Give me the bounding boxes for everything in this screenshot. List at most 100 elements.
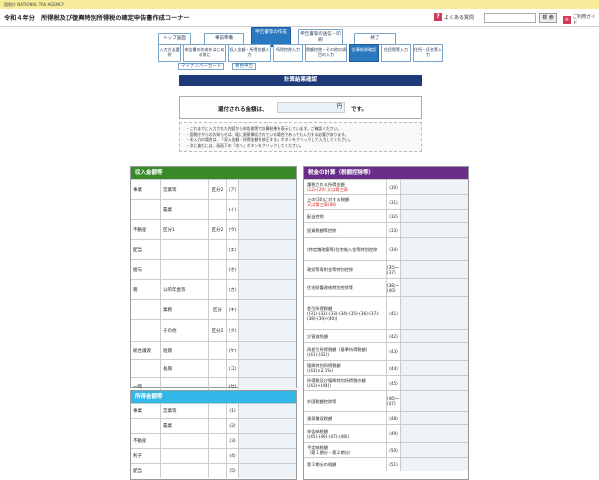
mynumber-link[interactable]: マイナンバーカード — [178, 63, 225, 70]
tax-panel: 税金の計算（税額控除等） 課税される所得金額 (12)-(29) 又は第三表 (30… — [303, 166, 469, 480]
guide-icon: ≡ — [563, 16, 571, 24]
shotoku-code: (5) — [227, 464, 239, 478]
income-value — [239, 360, 296, 377]
tax-item-sub: ((31)-(32)-(33)-(34)-(35)-(36)-(37)-(38)… — [307, 310, 380, 321]
tax-item-code: (48) — [387, 412, 401, 424]
income-subcategory: 営業等 — [161, 180, 209, 199]
substep-deduction[interactable]: 所得控除入力 — [273, 44, 303, 62]
tax-item-label: 課税される所得金額 (12)-(29) 又は第三表 — [304, 180, 387, 194]
tax-item-name: 源泉徴収税額 — [307, 415, 333, 421]
agency-bar: 国税庁 NATIONAL TAX AGENCY — [0, 0, 599, 9]
shotoku-subcategory — [161, 464, 209, 478]
search-button[interactable]: 検 索 — [539, 13, 557, 23]
page-title: 令和４年分 所得税及び復興特別所得税の確定申告書作成コーナー — [4, 15, 190, 22]
income-subcategory: 長期 — [161, 360, 209, 377]
income-row: 配当 (エ) — [131, 239, 296, 259]
title-bar: 令和４年分 所得税及び復興特別所得税の確定申告書作成コーナー ? よくある質問 … — [0, 9, 599, 27]
tax-row: 所得税及び復興特別所得税の額 ((43)+(44)) (45) — [304, 375, 468, 390]
income-subcategory: 公的年金等 — [161, 280, 209, 299]
tax-row: 外国税額控除等 (46)~(47) — [304, 390, 468, 411]
tax-item-code: (42) — [387, 330, 401, 342]
tax-item-value — [401, 412, 468, 424]
income-row: 長期 (コ) — [131, 359, 296, 377]
shotoku-row: 事業 営業等 (1) — [131, 403, 296, 418]
tax-row: 災害減免額 (42) — [304, 329, 468, 342]
income-row: 業務 区分 (キ) — [131, 299, 296, 319]
tax-item-code: (49) — [387, 425, 401, 442]
substep-taxcredit[interactable]: 税額控除・その他の項目の入力 — [305, 44, 347, 62]
faq-link[interactable]: ? よくある質問 — [434, 13, 474, 21]
income-code: (カ) — [227, 280, 239, 299]
tax-item-value — [401, 443, 468, 457]
shotoku-category: 不動産 — [131, 434, 161, 448]
income-kubun: 区分2 — [209, 220, 227, 239]
substep-before[interactable]: 申告書の作成をはじめる前に — [183, 44, 226, 62]
refund-suffix: です。 — [351, 107, 367, 113]
tax-item-code: (43) — [387, 343, 401, 360]
income-code: (ケ) — [227, 342, 239, 359]
tax-item-code: (38)~(40) — [387, 279, 401, 296]
income-value — [239, 260, 296, 279]
income-kubun: 区分2 — [209, 320, 227, 341]
substep-address[interactable]: 住所・氏名等入力 — [413, 44, 443, 62]
shotoku-code: (3) — [227, 434, 239, 448]
tax-item-code: (31) — [387, 195, 401, 209]
income-code: (コ) — [227, 360, 239, 377]
income-code: (ア) — [227, 180, 239, 199]
tax-item-label: 投資税額等控除 — [304, 223, 387, 237]
income-kubun: 区分2 — [209, 180, 227, 199]
substep-income[interactable]: 収入金額・所得金額入力 — [228, 44, 271, 62]
income-code: (エ) — [227, 240, 239, 259]
substep-result[interactable]: 計算結果確認 — [349, 44, 379, 62]
tax-item-label: 政党等寄附金等特別控除 — [304, 261, 387, 278]
search-input[interactable] — [484, 13, 536, 23]
refund-box: 還付される金額は、 円 です。 — [179, 96, 422, 119]
tax-item-value — [401, 376, 468, 390]
blue-return-link[interactable]: 青色申告 — [232, 63, 256, 70]
shotoku-value — [239, 449, 296, 463]
tax-row: 再差引所得税額（基準所得税額） ((41)-(42)) (43) — [304, 342, 468, 360]
substep-resident[interactable]: 住民税等入力 — [381, 44, 411, 62]
tax-item-code: (44) — [387, 361, 401, 375]
income-category: 不動産 — [131, 220, 161, 239]
income-row: 給与 (オ) — [131, 259, 296, 279]
tax-row: 上の(30)に対する税額 又は第三表(86) (31) — [304, 194, 468, 209]
tax-item-label: 配当控除 — [304, 210, 387, 222]
income-code: (オ) — [227, 260, 239, 279]
income-kubun — [209, 260, 227, 279]
tax-item-label: 予定納税額 （第１期分・第２期分） — [304, 443, 387, 457]
income-row: 農業 (イ) — [131, 199, 296, 219]
tax-row: 差引所得税額 ((31)-(32)-(33)-(34)-(35)-(36)-(37… — [304, 296, 468, 329]
income-category: 事業 — [131, 180, 161, 199]
refund-unit: 円 — [336, 104, 342, 110]
shotoku-spacer — [209, 449, 227, 463]
income-value — [239, 300, 296, 319]
tax-item-code: (32) — [387, 210, 401, 222]
tax-item-sub: （第１期分・第２期分） — [307, 450, 354, 455]
shotoku-code: (4) — [227, 449, 239, 463]
tax-item-label: (特定増改築等)住宅借入金等特別控除 — [304, 238, 387, 260]
tax-row: 政党等寄附金等特別控除 (35)~(37) — [304, 260, 468, 278]
tax-row: (特定増改築等)住宅借入金等特別控除 (34) — [304, 237, 468, 260]
tax-row: 投資税額等控除 (33) — [304, 222, 468, 237]
tax-item-label: 申告納税額 ((45)-(46)-(47)-(48)) — [304, 425, 387, 442]
guide-link[interactable]: ≡ ご利用ガイド — [563, 14, 599, 26]
tax-row: 第３期分の税額 (51) — [304, 457, 468, 471]
income-value — [239, 180, 296, 199]
shotoku-value — [239, 419, 296, 433]
substep-method[interactable]: 入力方法選択 — [158, 44, 181, 62]
shotoku-subcategory: 農業 — [161, 419, 209, 433]
income-code: (ク) — [227, 320, 239, 341]
income-panel: 収入金額等 事業 営業等 区分2 (ア) 農業 (イ) 不動産 区分1 区分2 (ウ) 配当 (エ) 給… — [130, 166, 297, 395]
tax-item-value — [401, 330, 468, 342]
tax-row: 課税される所得金額 (12)-(29) 又は第三表 (30) — [304, 179, 468, 194]
tax-item-sub: ((45)-(46)-(47)-(48)) — [307, 433, 350, 439]
income-row: 総合譲渡 短期 (ケ) — [131, 341, 296, 359]
tax-item-code: (35)~(37) — [387, 261, 401, 278]
income-kubun: 区分 — [209, 300, 227, 319]
tax-item-sub: ((43)+(44)) — [307, 383, 331, 388]
income-code: (キ) — [227, 300, 239, 319]
tax-item-label: 源泉徴収税額 — [304, 412, 387, 424]
tax-item-value — [401, 180, 468, 194]
step-send[interactable]: 申告書等の送信・印刷 — [298, 29, 343, 45]
